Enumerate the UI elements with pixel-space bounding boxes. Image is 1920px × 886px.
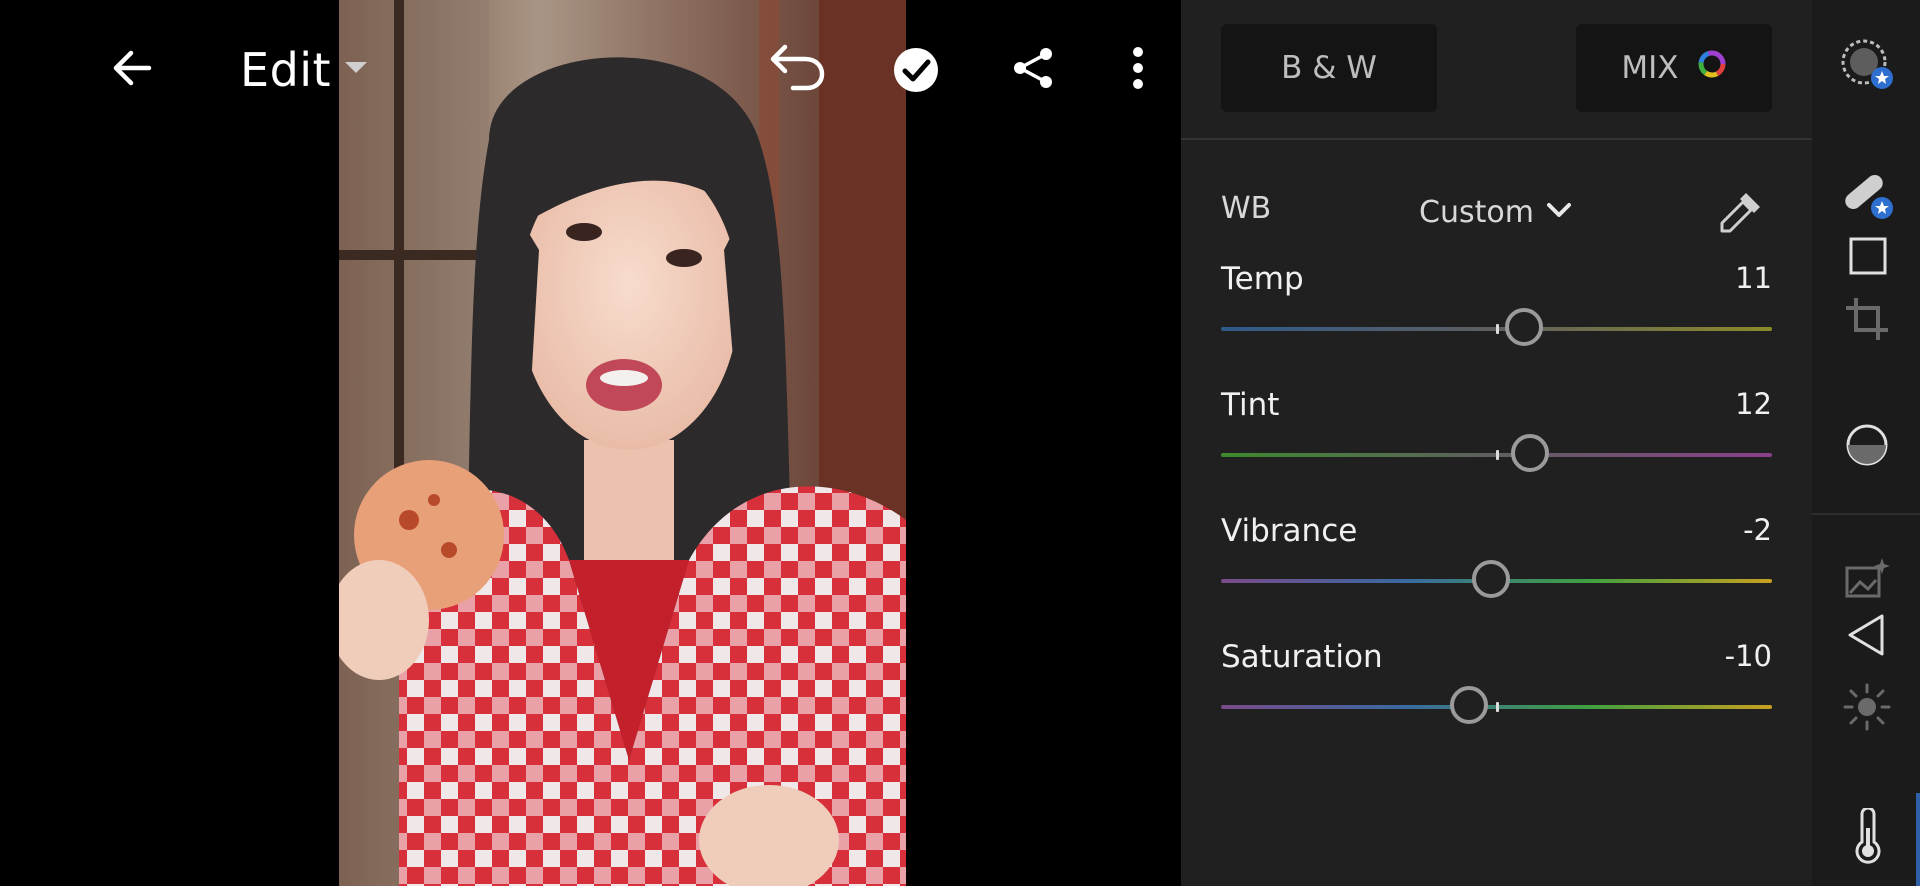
crop-rotate-button[interactable] [1844,296,1890,342]
tool-rail [1812,0,1920,886]
more-vertical-icon [1131,46,1145,94]
tint-slider: Tint 12 [1221,387,1772,497]
optics-triangle-icon [1844,614,1890,662]
panel-scroll-indicator[interactable] [1916,793,1920,886]
rail-divider [1812,513,1920,515]
back-button[interactable] [102,40,162,100]
checkmark-circle-icon [892,46,940,98]
photo-image [339,0,906,886]
tint-slider-zero-mark [1495,450,1499,460]
healing-icon [1840,175,1896,226]
wb-label: WB [1221,191,1272,226]
wb-preset-dropdown[interactable]: Custom [1419,187,1572,237]
masking-button[interactable] [1842,420,1892,470]
enhance-image-icon [1844,558,1890,606]
vibrance-slider-thumb[interactable] [1471,560,1510,598]
white-balance-row: WB Custom [1221,187,1772,237]
light-button[interactable] [1842,682,1892,732]
temp-slider-zero-mark [1495,324,1499,334]
light-sun-icon [1842,683,1892,736]
crop-rotate-icon [1844,298,1890,346]
share-icon [1012,46,1056,94]
saturation-slider: Saturation -10 [1221,639,1772,749]
tint-slider-thumb[interactable] [1510,434,1549,472]
wb-eyedropper-button[interactable] [1716,187,1770,241]
enhance-button[interactable] [1844,556,1890,602]
back-arrow-icon [109,45,155,95]
bw-button[interactable]: B & W [1221,24,1437,112]
photo-preview[interactable] [339,0,906,886]
edit-mode-label: Edit [240,43,332,97]
edit-mode-dropdown[interactable]: Edit [240,40,369,100]
healing-button[interactable] [1840,166,1896,222]
color-wheel-icon [1697,49,1727,87]
bw-label: B & W [1281,50,1377,86]
vibrance-slider-value[interactable]: -2 [1743,513,1772,547]
masking-icon [1842,424,1892,474]
saturation-slider-label: Saturation [1221,639,1383,675]
tint-slider-value[interactable]: 12 [1735,387,1772,421]
temperature-thermometer-icon [1848,806,1888,868]
caret-down-icon [343,60,369,80]
mix-button[interactable]: MIX [1576,24,1772,112]
vibrance-slider-label: Vibrance [1221,513,1358,549]
undo-icon [767,43,827,97]
saturation-slider-value[interactable]: -10 [1725,639,1772,673]
more-button[interactable] [1118,40,1158,100]
panel-divider [1181,138,1812,140]
vibrance-slider: Vibrance -2 [1221,513,1772,623]
undo-button[interactable] [764,40,830,100]
color-adjust-panel: B & W MIX WB Custom Temp 11 Tint 12 Vibr… [1181,0,1812,886]
crop-square-icon [1848,237,1888,280]
temp-slider-value[interactable]: 11 [1735,261,1772,295]
color-temp-button[interactable] [1848,806,1888,864]
optics-button[interactable] [1844,612,1890,658]
temp-slider-thumb[interactable] [1505,308,1544,346]
mix-label: MIX [1621,50,1679,86]
photo-canvas: Edit [0,0,1180,886]
share-button[interactable] [1006,40,1062,100]
chevron-down-icon [1546,201,1572,223]
saturation-slider-thumb[interactable] [1449,686,1488,724]
done-button[interactable] [888,44,944,100]
presets-icon [1840,39,1896,96]
eyedropper-icon [1716,193,1766,241]
tint-slider-label: Tint [1221,387,1280,423]
temp-slider: Temp 11 [1221,261,1772,371]
crop-aspect-button[interactable] [1848,236,1888,276]
wb-preset-value: Custom [1419,194,1534,230]
saturation-slider-zero-mark [1495,702,1499,712]
temp-slider-label: Temp [1221,261,1304,297]
presets-button[interactable] [1840,36,1896,92]
